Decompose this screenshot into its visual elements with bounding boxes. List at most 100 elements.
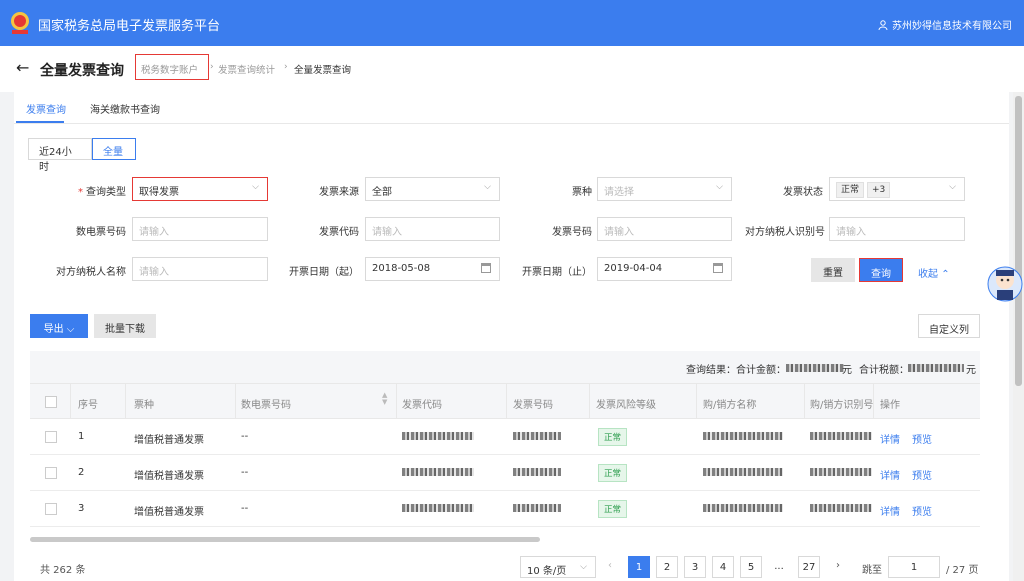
range-24h-button[interactable]: 近24小时 <box>28 138 92 173</box>
range-all-button[interactable]: 全量 <box>92 138 136 160</box>
col-party-name: 购/销方名称 <box>703 400 757 411</box>
page-2[interactable]: 2 <box>656 556 678 578</box>
page-ellipsis[interactable]: ... <box>768 556 790 578</box>
page-5[interactable]: 5 <box>740 556 762 578</box>
prev-page-icon[interactable]: ‹ <box>608 560 612 571</box>
row-checkbox[interactable] <box>45 431 57 443</box>
preview-link[interactable]: 预览 <box>912 431 932 446</box>
page-title: 全量发票查询 <box>40 63 124 79</box>
tax-emblem-icon <box>11 12 29 34</box>
name-label: 对方纳税人名称 <box>56 267 126 278</box>
page-1[interactable]: 1 <box>628 556 650 578</box>
total-amount-label: 合计金额： <box>736 365 786 376</box>
row-index: 3 <box>78 503 85 514</box>
code-input[interactable]: 请输入 <box>365 217 500 241</box>
back-arrow-icon[interactable]: ← <box>16 58 29 77</box>
calendar-icon <box>713 263 723 273</box>
col-kind: 票种 <box>134 400 154 411</box>
column-divider <box>125 384 126 420</box>
user-menu[interactable]: 苏州妙得信息技术有限公司 <box>878 17 1012 32</box>
date-start-picker[interactable]: 2018-05-08 <box>365 257 500 281</box>
row-number-redacted <box>513 432 561 440</box>
row-checkbox[interactable] <box>45 467 57 479</box>
risk-badge: 正常 <box>598 500 628 518</box>
total-amount-unit: 元 <box>842 365 852 376</box>
breadcrumb-item-tax-account[interactable]: 税务数字账户 <box>135 54 209 80</box>
name-input[interactable]: 请输入 <box>132 257 268 281</box>
assistant-mascot-icon[interactable] <box>983 262 1023 308</box>
active-tab-indicator <box>16 121 64 123</box>
detail-link[interactable]: 详情 <box>880 467 900 482</box>
total-amount-redacted <box>786 364 844 372</box>
table-horizontal-scrollbar[interactable] <box>30 537 540 542</box>
row-party-name-redacted <box>703 504 783 512</box>
result-label: 查询结果： <box>686 365 736 376</box>
export-button[interactable]: 导出 ⌵ <box>30 314 88 338</box>
status-tag: 正常 <box>836 182 865 198</box>
status-select[interactable]: 正常 +3 ⌵ <box>829 177 965 201</box>
row-code-redacted <box>402 468 474 476</box>
next-page-icon[interactable]: › <box>836 560 840 571</box>
preview-link[interactable]: 预览 <box>912 467 932 482</box>
total-tax-unit: 元 <box>966 365 976 376</box>
row-kind: 增值税普通发票 <box>134 471 204 482</box>
code-label: 发票代码 <box>319 227 359 238</box>
preview-link[interactable]: 预览 <box>912 503 932 518</box>
page-4[interactable]: 4 <box>712 556 734 578</box>
source-select[interactable]: 全部 ⌵ <box>365 177 500 201</box>
page-27[interactable]: 27 <box>798 556 820 578</box>
jump-label: 跳至 <box>862 565 882 576</box>
query-type-select[interactable]: 取得发票 ⌵ <box>132 177 268 201</box>
breadcrumb-item-invoice-stats[interactable]: 发票查询统计 <box>218 62 275 76</box>
reset-button[interactable]: 重置 <box>811 258 855 282</box>
kind-select[interactable]: 请选择 ⌵ <box>597 177 732 201</box>
col-digital-no[interactable]: 数电票号码 <box>241 396 291 411</box>
jump-input[interactable]: 1 <box>888 556 940 578</box>
detail-link[interactable]: 详情 <box>880 431 900 446</box>
row-number-redacted <box>513 504 561 512</box>
col-party-id: 购/销方识别号 <box>810 400 874 411</box>
scrollbar-thumb[interactable] <box>1015 96 1022 386</box>
tab-invoice-query[interactable]: 发票查询 <box>26 101 66 116</box>
page-size-select[interactable]: 10 条/页 ⌵ <box>520 556 596 578</box>
sort-icon[interactable]: ▲ ▼ <box>382 392 387 406</box>
search-button[interactable]: 查询 <box>859 258 903 282</box>
source-label: 发票来源 <box>319 187 359 198</box>
col-actions: 操作 <box>880 400 900 411</box>
date-start-label: 开票日期（起） <box>289 267 359 278</box>
chevron-down-icon: ⌵ <box>66 324 75 335</box>
taxid-input[interactable]: 请输入 <box>829 217 965 241</box>
row-number-redacted <box>513 468 561 476</box>
column-divider <box>70 384 71 420</box>
total-tax-label: 合计税额： <box>859 365 909 376</box>
breadcrumb-separator-icon: › <box>284 62 288 72</box>
app-header: 国家税务总局电子发票服务平台 苏州妙得信息技术有限公司 <box>0 0 1024 46</box>
tab-customs-query[interactable]: 海关缴款书查询 <box>90 101 160 116</box>
query-type-label: * 查询类型 <box>78 187 126 198</box>
col-risk: 发票风险等级 <box>596 400 656 411</box>
table-row: 3 增值税普通发票 -- 正常 详情 预览 <box>30 491 980 527</box>
page-3[interactable]: 3 <box>684 556 706 578</box>
row-kind: 增值税普通发票 <box>134 435 204 446</box>
digital-no-input[interactable]: 请输入 <box>132 217 268 241</box>
select-all-checkbox[interactable] <box>45 396 57 408</box>
number-input[interactable]: 请输入 <box>597 217 732 241</box>
column-divider <box>589 384 590 420</box>
row-index: 1 <box>78 431 85 442</box>
status-more-tag: +3 <box>867 182 891 198</box>
digital-no-label: 数电票号码 <box>76 227 126 238</box>
collapse-toggle[interactable]: 收起 ⌃ <box>918 265 950 280</box>
row-checkbox[interactable] <box>45 503 57 515</box>
kind-label: 票种 <box>572 187 592 198</box>
page-vertical-scrollbar[interactable] <box>1013 92 1024 581</box>
breadcrumb-item-current: 全量发票查询 <box>294 65 352 76</box>
row-party-name-redacted <box>703 468 783 476</box>
date-end-picker[interactable]: 2019-04-04 <box>597 257 732 281</box>
row-index: 2 <box>78 467 85 478</box>
detail-link[interactable]: 详情 <box>880 503 900 518</box>
custom-columns-button[interactable]: 自定义列 <box>918 314 980 338</box>
chevron-up-icon: ⌃ <box>941 269 950 280</box>
risk-badge: 正常 <box>598 428 628 446</box>
status-label: 发票状态 <box>783 187 823 198</box>
batch-download-button[interactable]: 批量下载 <box>94 314 156 338</box>
